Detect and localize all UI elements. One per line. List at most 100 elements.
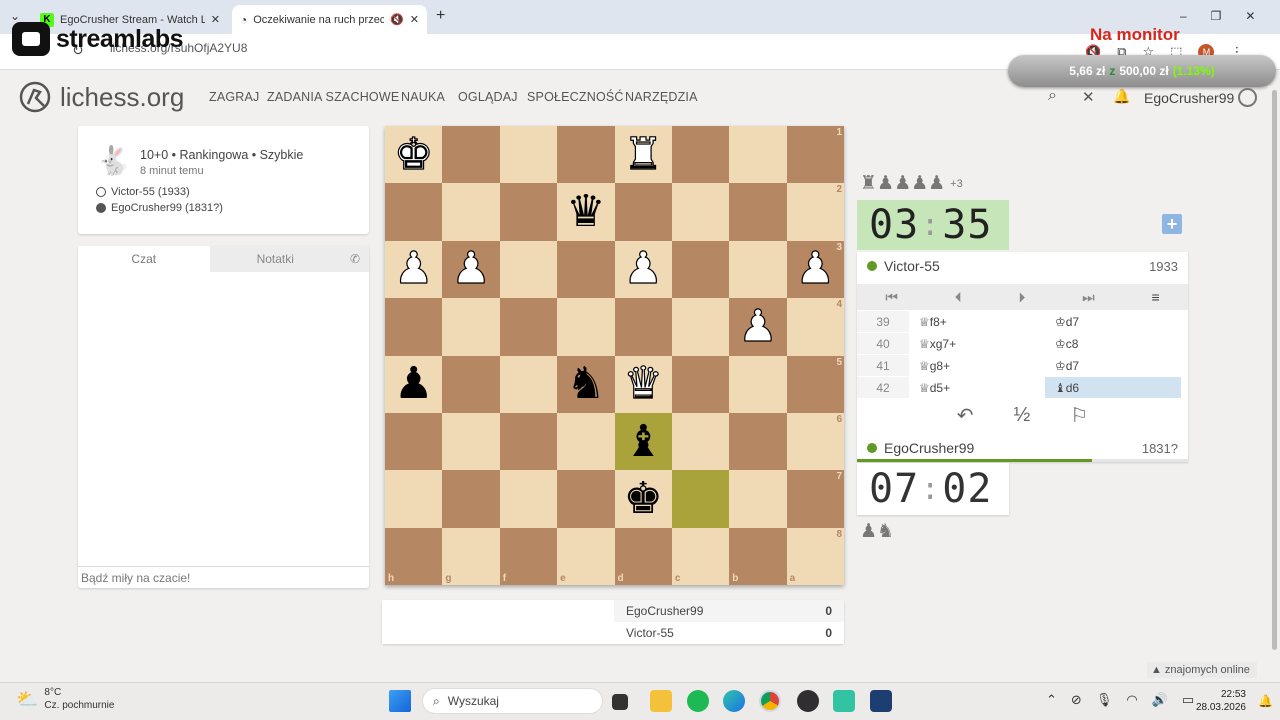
- prev-move-button[interactable]: ⏴: [955, 289, 962, 306]
- square-a8[interactable]: 8a: [786, 527, 844, 585]
- white-move[interactable]: ♕f8+: [909, 315, 1045, 329]
- nav-watch[interactable]: OGLĄDAJ: [458, 90, 518, 104]
- square-a3[interactable]: 3 ♟: [786, 240, 844, 299]
- square-f2[interactable]: [499, 183, 558, 241]
- windows-start-icon[interactable]: [389, 690, 411, 712]
- square-b5[interactable]: [729, 355, 787, 413]
- square-g6[interactable]: [442, 412, 500, 471]
- square-f3[interactable]: [499, 240, 558, 299]
- square-c2[interactable]: [671, 183, 730, 241]
- notification-bell-icon[interactable]: 🔔: [1113, 88, 1130, 105]
- nav-community[interactable]: SPOŁECZNOŚĆ: [527, 90, 624, 104]
- page-scrollbar[interactable]: [1268, 86, 1280, 676]
- white-piece[interactable]: ♟: [738, 304, 779, 349]
- chat-input[interactable]: Bądź miły na czacie!: [78, 566, 369, 588]
- first-move-button[interactable]: ⏮: [885, 289, 898, 306]
- user-menu[interactable]: EgoCrusher99: [1144, 90, 1234, 106]
- square-f5[interactable]: [499, 355, 558, 413]
- white-move[interactable]: ♕d5+: [909, 381, 1045, 395]
- taskbar-search[interactable]: ⌕ Wyszukaj: [422, 688, 603, 714]
- black-move[interactable]: ♔d7: [1045, 311, 1181, 332]
- square-e3[interactable]: [557, 240, 615, 299]
- chrome-icon[interactable]: [759, 690, 781, 712]
- square-a6[interactable]: 6: [786, 412, 844, 471]
- streamlabs-taskbar-icon[interactable]: [833, 690, 855, 712]
- square-f8[interactable]: f: [499, 527, 558, 585]
- notification-bell-icon[interactable]: 🔔: [1258, 694, 1273, 708]
- black-player-row[interactable]: EgoCrusher99 (1831?): [96, 202, 223, 214]
- voice-chat-icon[interactable]: ✆: [341, 246, 369, 272]
- offer-draw-button[interactable]: ½: [1014, 404, 1031, 427]
- square-c6[interactable]: [671, 412, 730, 471]
- square-c4[interactable]: [671, 298, 730, 356]
- system-clock[interactable]: 22:53 28.03.2026: [1190, 688, 1246, 714]
- square-f7[interactable]: [499, 470, 558, 528]
- square-d4[interactable]: [614, 298, 672, 356]
- square-b4[interactable]: ♟: [729, 298, 787, 356]
- black-piece[interactable]: ♚: [623, 476, 662, 521]
- square-e4[interactable]: [557, 298, 615, 356]
- white-player-row[interactable]: Victor-55 (1933): [96, 186, 190, 198]
- black-move[interactable]: ♔c8: [1045, 333, 1181, 354]
- square-g8[interactable]: g: [442, 527, 500, 585]
- resign-flag-button[interactable]: ⚐: [1070, 403, 1088, 428]
- square-h3[interactable]: ♟: [385, 240, 443, 299]
- white-piece[interactable]: ♛: [623, 361, 664, 406]
- square-e8[interactable]: e: [557, 527, 615, 585]
- square-h7[interactable]: [385, 470, 443, 528]
- white-piece[interactable]: ♟: [795, 246, 836, 291]
- menu-icon[interactable]: ≡: [1151, 289, 1159, 305]
- user-avatar-icon[interactable]: [1238, 88, 1257, 107]
- square-b7[interactable]: [729, 470, 787, 528]
- nav-play[interactable]: ZAGRAJ: [209, 90, 260, 104]
- white-piece[interactable]: ♜: [623, 132, 664, 177]
- black-piece[interactable]: ♝: [623, 419, 662, 464]
- close-icon[interactable]: ✕: [211, 13, 220, 26]
- nav-puzzles[interactable]: ZADANIA SZACHOWE: [267, 90, 399, 104]
- black-piece[interactable]: ♛: [566, 190, 605, 234]
- file-explorer-icon[interactable]: [650, 690, 672, 712]
- mute-icon[interactable]: 🔇: [390, 13, 404, 26]
- square-d2[interactable]: [614, 183, 672, 241]
- lichess-logo[interactable]: lichess.org: [18, 80, 184, 114]
- chevron-up-icon[interactable]: ⌃: [1046, 692, 1057, 708]
- square-a5[interactable]: 5: [786, 355, 844, 413]
- app-icon[interactable]: [870, 690, 892, 712]
- tab-notes[interactable]: Notatki: [209, 246, 341, 272]
- square-f1[interactable]: [499, 126, 558, 184]
- add-time-button[interactable]: +: [1162, 214, 1182, 234]
- square-h4[interactable]: [385, 298, 443, 356]
- opponent-player-row[interactable]: Victor-55 1933: [857, 252, 1188, 280]
- square-e2[interactable]: ♛: [557, 183, 615, 241]
- close-icon[interactable]: ✕: [1082, 88, 1095, 106]
- square-d8[interactable]: d: [614, 527, 672, 585]
- square-g4[interactable]: [442, 298, 500, 356]
- weather-widget[interactable]: ⛅ 8°C Cz. pochmurnie: [16, 686, 114, 712]
- square-f4[interactable]: [499, 298, 558, 356]
- chess-board[interactable]: ♚ ♜ 1 ♛ 2 ♟ ♟ ♟ 3 ♟ ♟ 4 ♟ ♞ ♛ 5 ♝ 6 ♚ 7 h g f e d c b 8 a: [385, 126, 844, 585]
- square-b6[interactable]: [729, 412, 787, 471]
- wifi-icon[interactable]: ◠: [1126, 692, 1137, 708]
- next-move-button[interactable]: ⏵: [1018, 289, 1025, 306]
- square-d3[interactable]: ♟: [614, 240, 672, 299]
- crosstable-row[interactable]: EgoCrusher99 0: [614, 600, 844, 622]
- square-h2[interactable]: [385, 183, 443, 241]
- last-move-button[interactable]: ⏭: [1082, 289, 1095, 306]
- network-off-icon[interactable]: ⊘: [1071, 692, 1082, 708]
- square-a4[interactable]: 4: [786, 298, 844, 356]
- square-h6[interactable]: [385, 412, 443, 471]
- volume-icon[interactable]: 🔊: [1152, 692, 1168, 708]
- my-player-row[interactable]: EgoCrusher99 1831?: [857, 434, 1188, 462]
- square-c3[interactable]: [671, 240, 730, 299]
- close-icon[interactable]: ✕: [410, 13, 419, 26]
- white-move[interactable]: ♕g8+: [909, 359, 1045, 373]
- nav-learn[interactable]: NAUKA: [401, 90, 445, 104]
- square-a7[interactable]: 7: [786, 470, 844, 528]
- square-d5[interactable]: ♛: [614, 355, 672, 413]
- square-g5[interactable]: [442, 355, 500, 413]
- square-f6[interactable]: [499, 412, 558, 471]
- black-piece[interactable]: ♟: [394, 362, 433, 406]
- takeback-button[interactable]: ↶: [957, 403, 974, 428]
- square-b1[interactable]: [729, 126, 787, 184]
- task-view-icon[interactable]: [612, 694, 628, 710]
